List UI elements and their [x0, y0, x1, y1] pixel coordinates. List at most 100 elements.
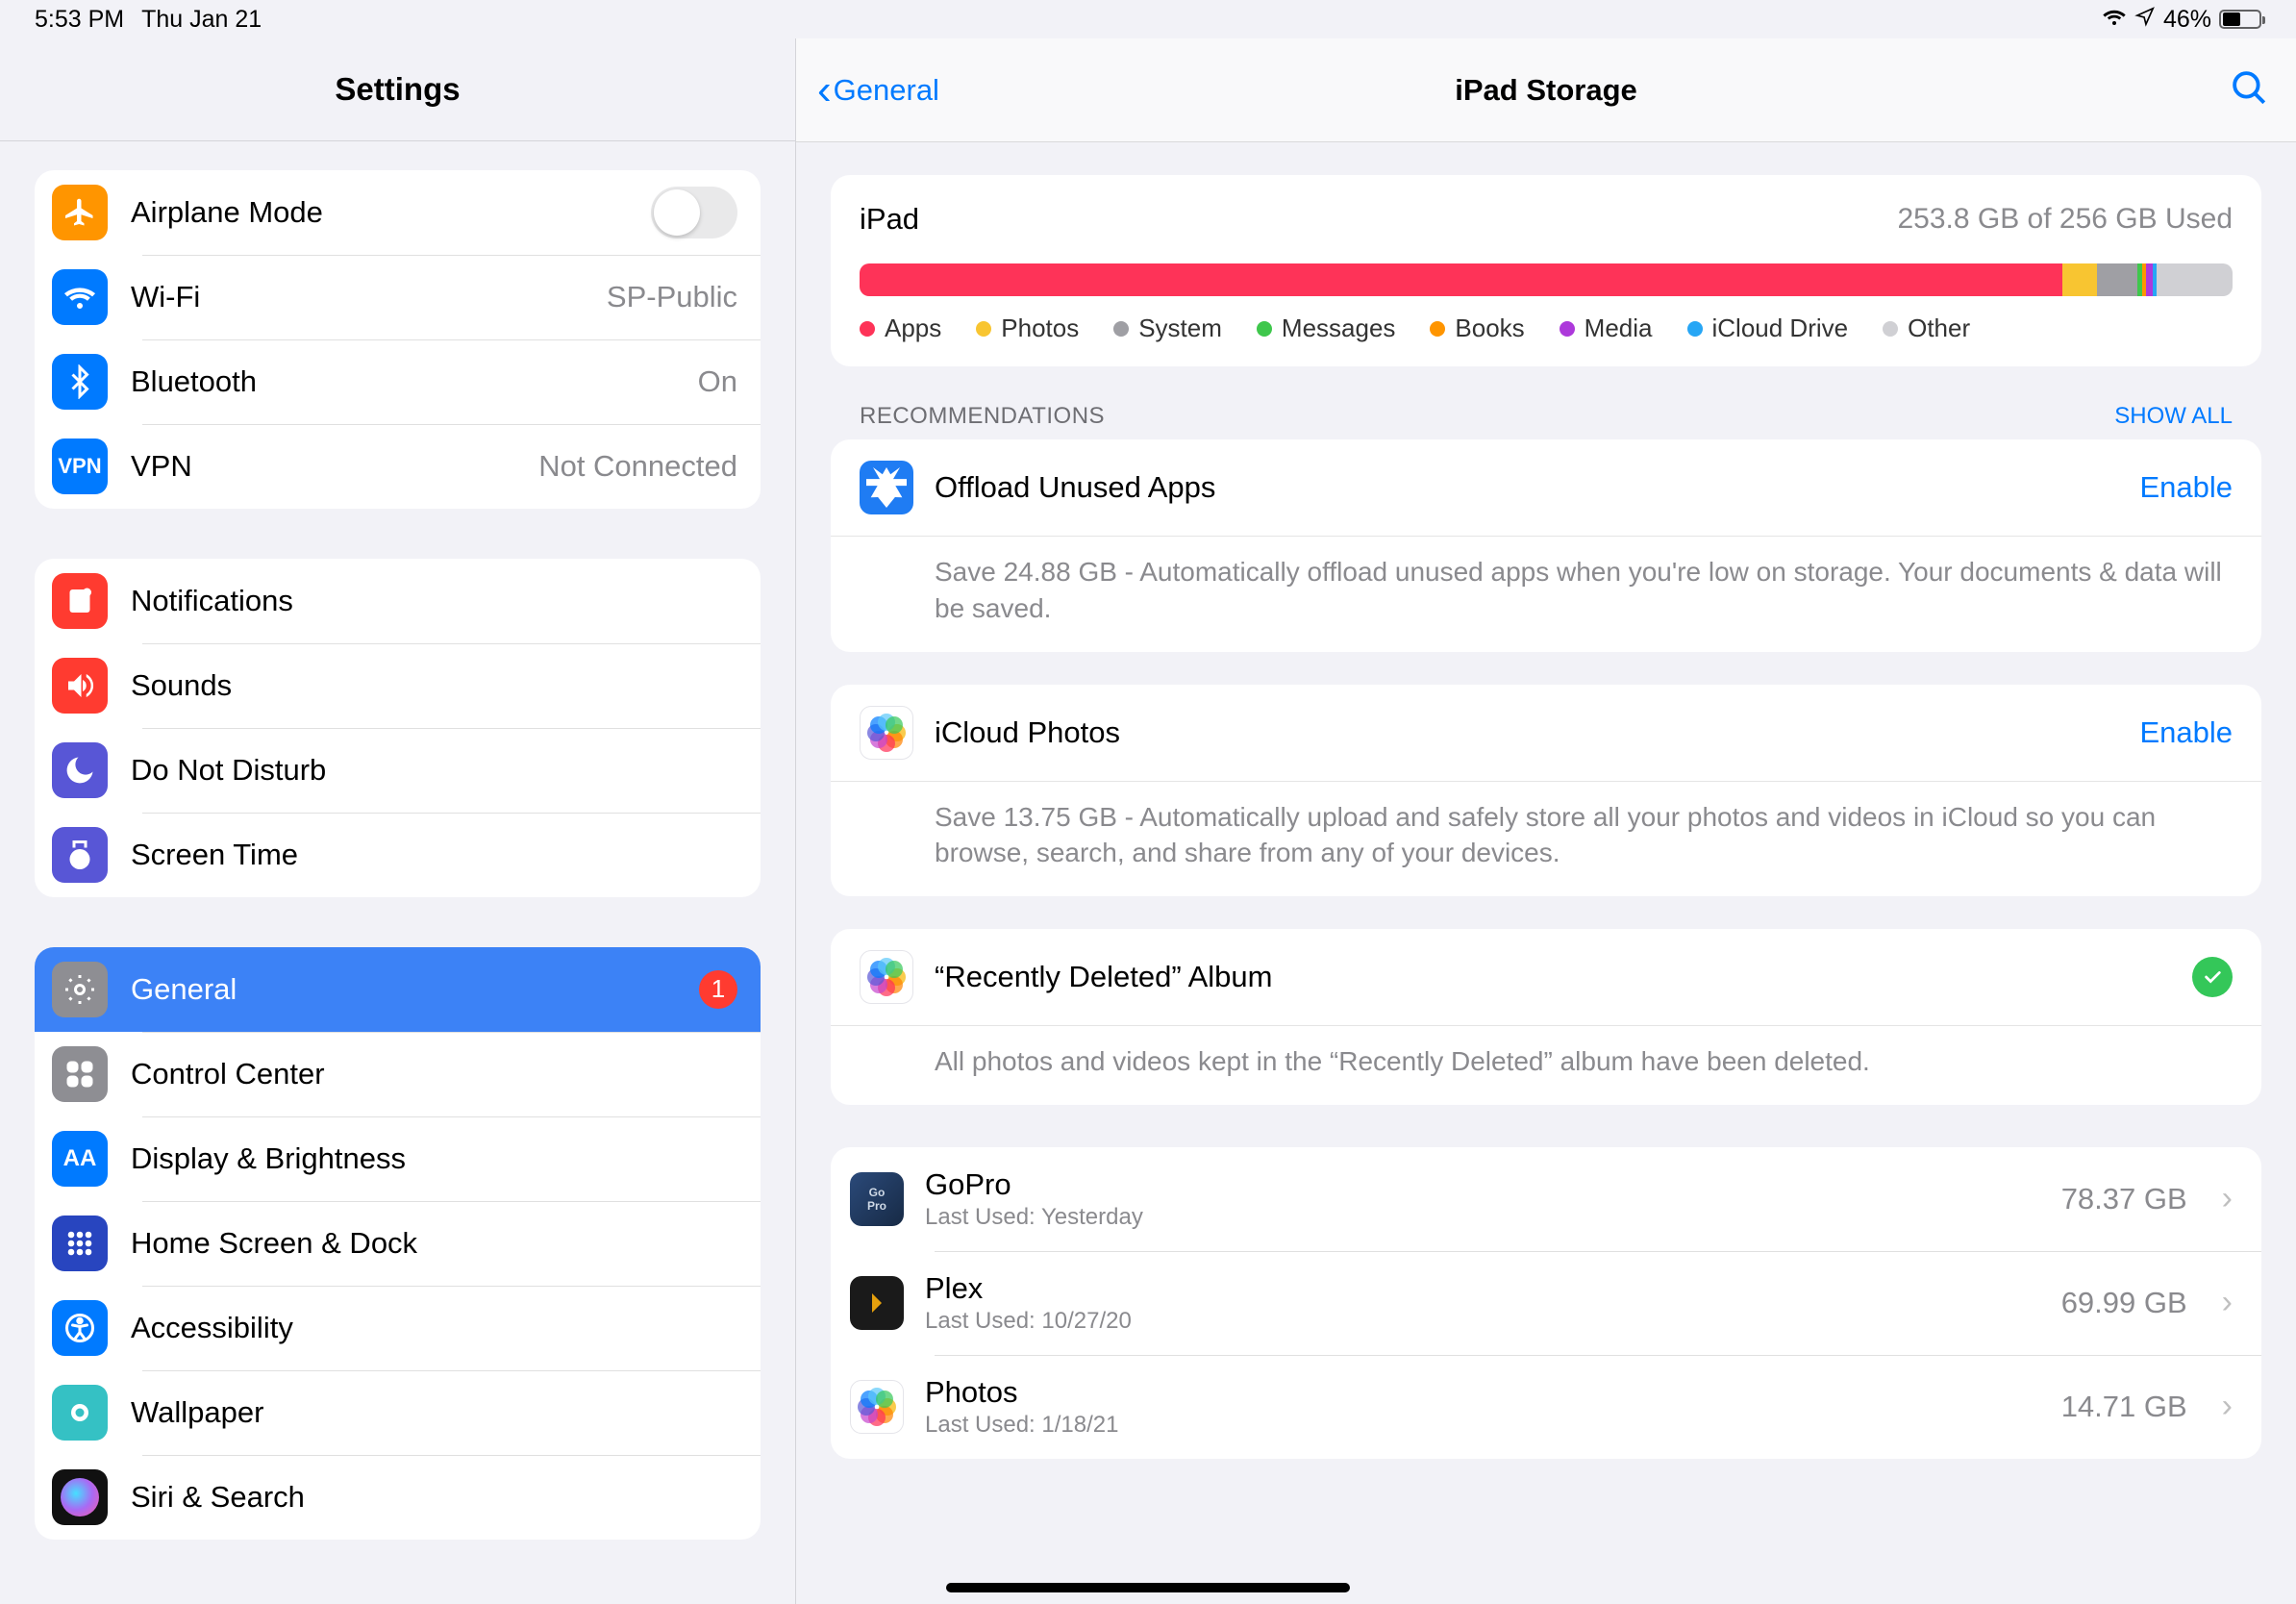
storage-card: iPad 253.8 GB of 256 GB Used Apps Photos S… [831, 175, 2261, 366]
photos-icon [860, 706, 913, 760]
row-label: VPN [131, 449, 538, 484]
row-label: Wallpaper [131, 1395, 737, 1430]
device-name: iPad [860, 202, 919, 237]
row-label: Notifications [131, 584, 737, 618]
rec-title: “Recently Deleted” Album [935, 960, 2171, 994]
photos-icon [850, 1380, 904, 1434]
controlcenter-icon [52, 1046, 108, 1102]
row-value: On [698, 364, 737, 399]
legend-icloud-drive: iCloud Drive [1687, 313, 1849, 343]
row-label: Wi-Fi [131, 280, 607, 314]
legend-media: Media [1560, 313, 1653, 343]
app-size: 78.37 GB [2061, 1182, 2187, 1216]
sidebar-item-dnd[interactable]: Do Not Disturb [35, 728, 761, 813]
sounds-icon [52, 658, 108, 714]
row-label: Control Center [131, 1057, 737, 1091]
home-indicator [946, 1583, 1350, 1592]
sidebar-item-homescreen[interactable]: Home Screen & Dock [35, 1201, 761, 1286]
screentime-icon [52, 827, 108, 883]
sidebar-item-screentime[interactable]: Screen Time [35, 813, 761, 897]
rec-title: iCloud Photos [935, 715, 2118, 750]
sidebar-item-wifi[interactable]: Wi-FiSP-Public [35, 255, 761, 339]
badge: 1 [699, 970, 737, 1009]
homescreen-icon [52, 1216, 108, 1271]
app-last-used: Last Used: Yesterday [925, 1204, 2040, 1231]
enable-button[interactable]: Enable [2139, 470, 2233, 505]
row-label: Sounds [131, 668, 737, 703]
sidebar-item-accessibility[interactable]: Accessibility [35, 1286, 761, 1370]
sidebar-item-airplane[interactable]: Airplane Mode [35, 170, 761, 255]
battery-pct: 46% [2163, 6, 2211, 34]
row-label: Display & Brightness [131, 1141, 737, 1176]
back-label: General [834, 73, 939, 108]
general-icon [52, 962, 108, 1017]
legend-apps: Apps [860, 313, 941, 343]
recommendation-card: “Recently Deleted” Album All photos and v… [831, 929, 2261, 1105]
app-name: Photos [925, 1375, 2040, 1410]
app-row[interactable]: PhotosLast Used: 1/18/2114.71 GB› [831, 1355, 2261, 1459]
search-button[interactable] [2229, 67, 2269, 113]
app-row[interactable]: PlexLast Used: 10/27/2069.99 GB› [831, 1251, 2261, 1355]
sidebar: Settings Airplane ModeWi-FiSP-PublicBlue… [0, 38, 796, 1604]
sidebar-title: Settings [0, 38, 795, 141]
recommendations-header: RECOMMENDATIONS [860, 403, 1105, 430]
airplane-icon [52, 185, 108, 240]
sidebar-item-notifications[interactable]: Notifications [35, 559, 761, 643]
status-date: Thu Jan 21 [141, 6, 262, 34]
notifications-icon [52, 573, 108, 629]
app-row[interactable]: GoProGoProLast Used: Yesterday78.37 GB› [831, 1147, 2261, 1251]
sidebar-item-vpn[interactable]: VPNVPNNot Connected [35, 424, 761, 509]
sidebar-item-display[interactable]: AA Display & Brightness [35, 1116, 761, 1201]
rec-body: Save 13.75 GB - Automatically upload and… [831, 781, 2261, 897]
wifi-icon [2102, 6, 2127, 34]
row-label: Home Screen & Dock [131, 1226, 737, 1261]
done-check-icon [2192, 957, 2233, 997]
storage-segment-system [2097, 263, 2138, 296]
legend-photos: Photos [976, 313, 1079, 343]
sidebar-item-bluetooth[interactable]: BluetoothOn [35, 339, 761, 424]
row-value: SP-Public [607, 280, 737, 314]
legend-system: System [1113, 313, 1222, 343]
chevron-right-icon: › [2222, 1284, 2233, 1321]
gopro-icon: GoPro [850, 1172, 904, 1226]
storage-segment-photos [2062, 263, 2097, 296]
airplane-toggle[interactable] [651, 187, 737, 238]
display-icon: AA [52, 1131, 108, 1187]
siri-icon [52, 1469, 108, 1525]
storage-segment-media [2146, 263, 2153, 296]
photos-icon [860, 950, 913, 1004]
detail-pane: ‹ General iPad Storage iPad 253.8 GB of … [796, 38, 2296, 1604]
back-button[interactable]: ‹ General [817, 69, 939, 112]
rec-title: Offload Unused Apps [935, 470, 2118, 505]
sidebar-item-controlcenter[interactable]: Control Center [35, 1032, 761, 1116]
show-all-button[interactable]: SHOW ALL [2114, 403, 2233, 430]
wifi-icon [52, 269, 108, 325]
enable-button[interactable]: Enable [2139, 715, 2233, 750]
status-time: 5:53 PM [35, 6, 124, 34]
chevron-right-icon: › [2222, 1180, 2233, 1217]
sidebar-item-sounds[interactable]: Sounds [35, 643, 761, 728]
sidebar-item-siri[interactable]: Siri & Search [35, 1455, 761, 1540]
row-label: Accessibility [131, 1311, 737, 1345]
legend-other: Other [1883, 313, 1970, 343]
rec-body: All photos and videos kept in the “Recen… [831, 1025, 2261, 1105]
row-label: Bluetooth [131, 364, 698, 399]
storage-bar [860, 263, 2233, 296]
storage-used: 253.8 GB of 256 GB Used [1897, 203, 2233, 236]
status-bar: 5:53 PM Thu Jan 21 46% [0, 0, 2296, 38]
battery-icon [2219, 10, 2261, 29]
location-icon [2134, 6, 2156, 34]
plex-icon [850, 1276, 904, 1330]
sidebar-item-wallpaper[interactable]: Wallpaper [35, 1370, 761, 1455]
bluetooth-icon [52, 354, 108, 410]
vpn-icon: VPN [52, 439, 108, 494]
app-size: 69.99 GB [2061, 1286, 2187, 1320]
appstore-icon [860, 461, 913, 514]
page-title: iPad Storage [1455, 73, 1637, 108]
app-name: Plex [925, 1271, 2040, 1306]
recommendation-card: Offload Unused AppsEnableSave 24.88 GB -… [831, 439, 2261, 652]
accessibility-icon [52, 1300, 108, 1356]
sidebar-item-general[interactable]: General1 [35, 947, 761, 1032]
row-label: Siri & Search [131, 1480, 737, 1515]
apps-list: GoProGoProLast Used: Yesterday78.37 GB›P… [831, 1147, 2261, 1459]
